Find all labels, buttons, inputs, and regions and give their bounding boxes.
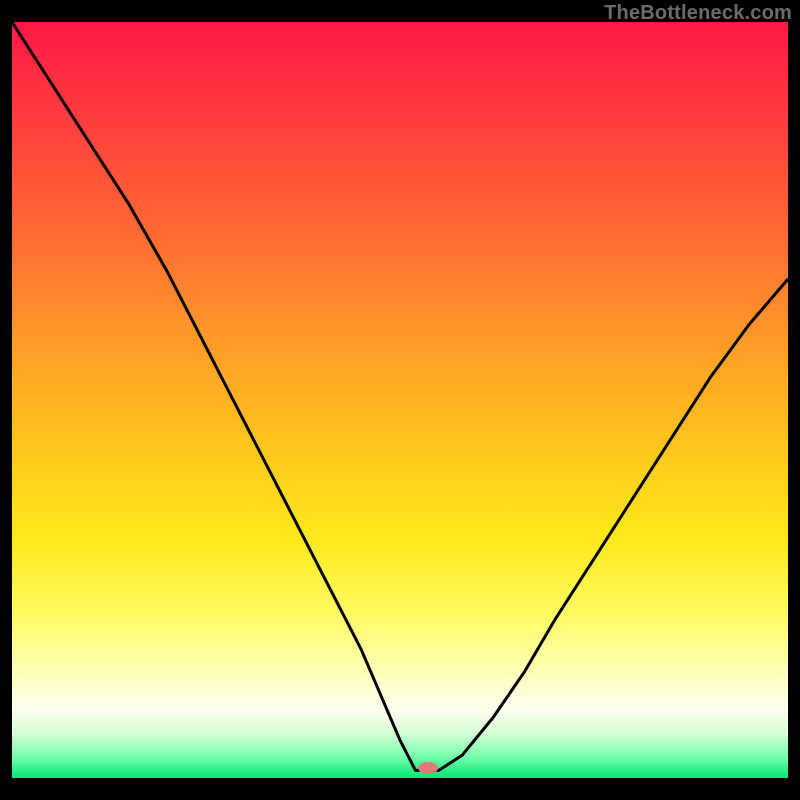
watermark-text: TheBottleneck.com xyxy=(604,2,792,25)
plot-area xyxy=(12,22,788,778)
marker-dot xyxy=(418,762,438,774)
chart-svg xyxy=(0,0,800,800)
chart-stage: TheBottleneck.com xyxy=(0,0,800,800)
